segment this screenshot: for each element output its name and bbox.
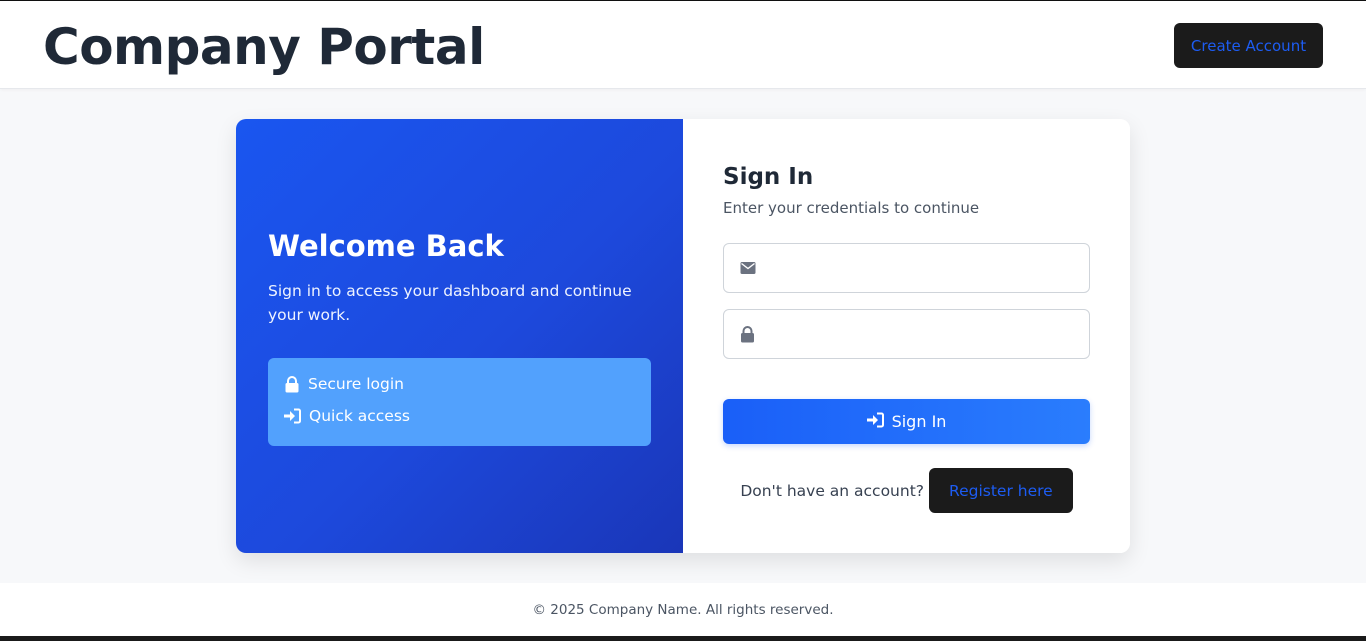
feature-item-secure-login: Secure login (284, 375, 404, 393)
register-prompt: Don't have an account? (740, 481, 925, 500)
site-header: Company Portal Create Account (0, 1, 1366, 89)
email-field-wrapper (723, 243, 1090, 293)
signin-subtitle: Enter your credentials to continue (723, 199, 980, 217)
sign-in-button[interactable]: Sign In (723, 399, 1090, 444)
lock-icon (740, 326, 755, 347)
lock-icon (284, 375, 300, 393)
feature-label: Secure login (308, 375, 404, 393)
envelope-icon (740, 260, 756, 279)
brand-title: Company Portal (43, 18, 485, 76)
bottom-border (0, 636, 1366, 641)
signin-title: Sign In (723, 164, 814, 190)
signin-panel: Sign In Enter your credentials to contin… (683, 119, 1130, 553)
copyright-text: © 2025 Company Name. All rights reserved… (532, 601, 834, 618)
welcome-panel: Welcome Back Sign in to access your dash… (236, 119, 683, 553)
register-button[interactable]: Register here (929, 468, 1073, 513)
login-card: Welcome Back Sign in to access your dash… (236, 119, 1130, 553)
register-row: Don't have an account? Register here (683, 468, 1130, 513)
password-input[interactable] (768, 310, 1083, 358)
sign-in-icon (284, 408, 301, 424)
sign-in-button-label: Sign In (891, 412, 947, 431)
feature-item-quick-access: Quick access (284, 407, 410, 425)
sign-in-icon (866, 412, 884, 432)
site-footer: © 2025 Company Name. All rights reserved… (0, 583, 1366, 636)
welcome-title: Welcome Back (268, 229, 504, 263)
password-field-wrapper (723, 309, 1090, 359)
feature-label: Quick access (309, 407, 410, 425)
email-input[interactable] (768, 244, 1083, 292)
welcome-text: Sign in to access your dashboard and con… (268, 282, 632, 324)
feature-list: Secure login Quick access (268, 358, 651, 446)
create-account-button[interactable]: Create Account (1174, 23, 1323, 68)
